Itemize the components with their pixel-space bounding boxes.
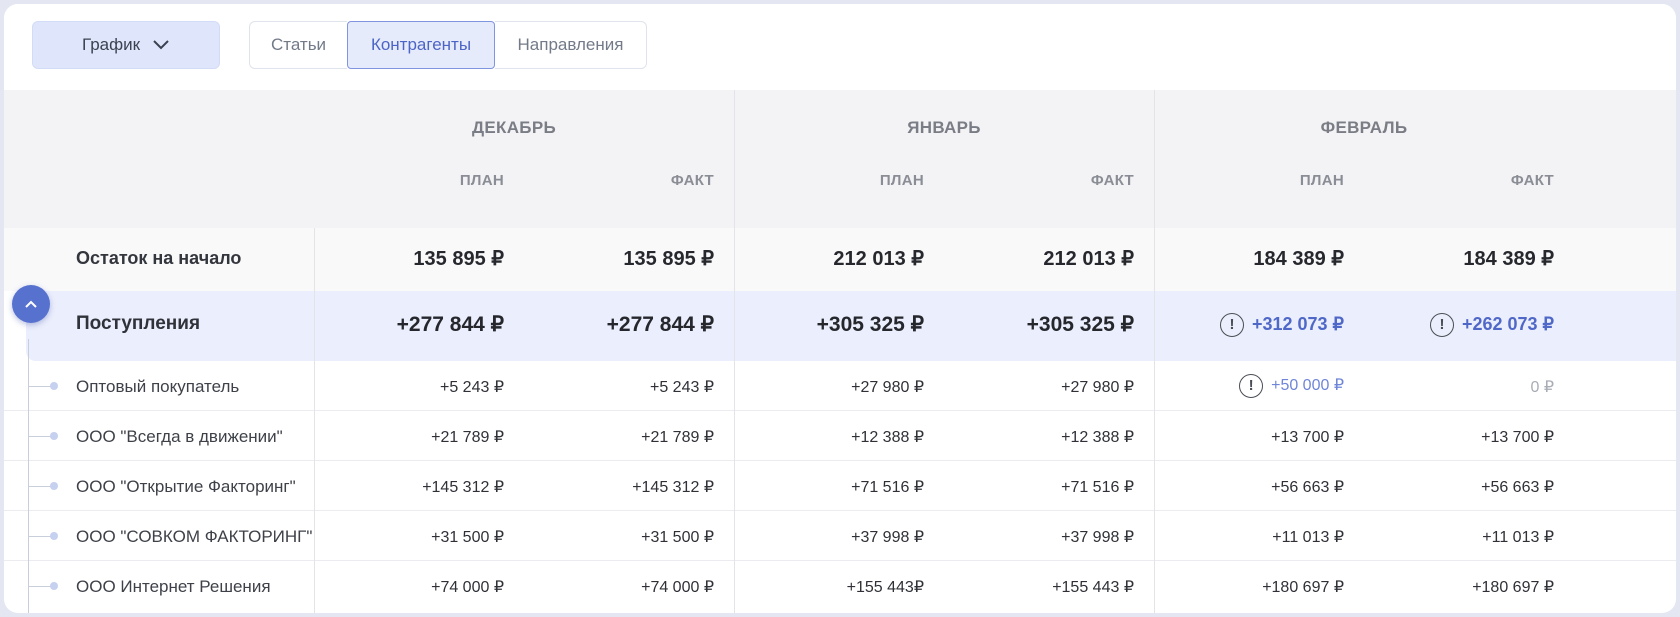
month-header-january: ЯНВАРЬ <box>907 118 981 137</box>
cell-value: +5 243 ₽ <box>649 379 714 396</box>
cell-value: +11 013 ₽ <box>1272 529 1344 546</box>
cell-value: +31 500 ₽ <box>431 529 504 546</box>
cell-value: +21 789 ₽ <box>431 429 504 446</box>
cell-value: +37 998 ₽ <box>851 529 924 546</box>
collapse-income-button[interactable] <box>12 285 50 323</box>
income-row[interactable]: Поступления +277 844 ₽ +277 844 ₽ +305 3… <box>26 291 1676 361</box>
cell-value: +11 013 ₽ <box>1482 529 1554 546</box>
cell-amount: +312 073 ₽ <box>1251 313 1344 334</box>
table-row[interactable]: ООО Интернет Решения +74 000 ₽ +74 000 ₽… <box>4 561 1676 611</box>
cell-value-warning[interactable]: ! +312 073 ₽ <box>1144 313 1344 337</box>
cell-value: +180 697 ₽ <box>1262 579 1344 596</box>
month-header-december: ДЕКАБРЬ <box>472 118 556 137</box>
col-header-fact: ФАКТ <box>1510 172 1554 189</box>
row-label: Остаток на начало <box>76 248 242 268</box>
col-header-fact: ФАКТ <box>1090 172 1134 189</box>
cell-value: +13 700 ₽ <box>1481 429 1554 446</box>
cell-value: 212 013 ₽ <box>833 248 924 270</box>
table-row[interactable]: ООО "СОВКОМ ФАКТОРИНГ" +31 500 ₽ +31 500… <box>4 511 1676 561</box>
exclamation-circle-icon: ! <box>1429 313 1454 337</box>
col-header-plan: ПЛАН <box>879 172 924 189</box>
cell-value: 184 389 ₽ <box>1253 248 1344 270</box>
cell-value-warning[interactable]: ! +50 000 ₽ <box>1144 374 1344 398</box>
col-header-fact: ФАКТ <box>670 172 714 189</box>
col-header-plan: ПЛАН <box>1299 172 1344 189</box>
tab-articles[interactable]: Статьи <box>249 21 347 69</box>
cell-value: +71 516 ₽ <box>851 479 924 496</box>
grouping-tabs: Статьи Контрагенты Направления <box>249 21 647 69</box>
chevron-up-icon <box>25 300 37 308</box>
tree-node <box>50 482 58 490</box>
cell-value: +277 844 ₽ <box>606 313 714 336</box>
cell-value: +13 700 ₽ <box>1271 429 1344 446</box>
chart-view-button[interactable]: График <box>32 21 220 69</box>
table-row[interactable]: ООО "Всегда в движении" +21 789 ₽ +21 78… <box>4 411 1676 461</box>
column-divider <box>1154 90 1155 613</box>
tab-counterparties[interactable]: Контрагенты <box>347 21 495 69</box>
tree-node <box>50 432 58 440</box>
row-label: ООО "Открытие Факторинг" <box>76 477 296 496</box>
tree-node <box>50 582 58 590</box>
cell-value: +5 243 ₽ <box>439 379 504 396</box>
cell-value: +180 697 ₽ <box>1472 579 1554 596</box>
cell-value: +305 325 ₽ <box>816 313 924 336</box>
tree-connector <box>28 339 29 613</box>
cell-value: +12 388 ₽ <box>1061 429 1134 446</box>
col-header-plan: ПЛАН <box>459 172 504 189</box>
cell-value: +155 443 ₽ <box>1052 579 1134 596</box>
cell-value: +305 325 ₽ <box>1026 313 1134 336</box>
chart-button-label: График <box>81 35 141 54</box>
cell-value: 184 389 ₽ <box>1463 248 1554 270</box>
cashflow-table: ДЕКАБРЬ ЯНВАРЬ ФЕВРАЛЬ ПЛАН ФАКТ ПЛАН ФА… <box>4 90 1676 613</box>
cell-value: +56 663 ₽ <box>1271 479 1344 496</box>
cell-value: +27 980 ₽ <box>1061 379 1134 396</box>
cell-value: +74 000 ₽ <box>431 579 504 596</box>
cell-value: +12 388 ₽ <box>851 429 924 446</box>
cell-value: +21 789 ₽ <box>641 429 714 446</box>
table-header: ДЕКАБРЬ ЯНВАРЬ ФЕВРАЛЬ ПЛАН ФАКТ ПЛАН ФА… <box>4 90 1676 228</box>
toolbar: График Статьи Контрагенты Направления <box>4 4 1676 90</box>
cell-value: +31 500 ₽ <box>641 529 714 546</box>
cell-value-warning[interactable]: ! +262 073 ₽ <box>1354 313 1554 337</box>
cell-value: +27 980 ₽ <box>851 379 924 396</box>
cell-value: 212 013 ₽ <box>1043 248 1134 270</box>
table-row[interactable]: ООО "Открытие Факторинг" +145 312 ₽ +145… <box>4 461 1676 511</box>
tree-node <box>50 382 58 390</box>
cell-value: +155 443₽ <box>846 579 924 596</box>
cell-value: +145 312 ₽ <box>422 479 504 496</box>
row-label: ООО "СОВКОМ ФАКТОРИНГ" <box>76 527 313 546</box>
cell-value: 135 895 ₽ <box>623 248 714 270</box>
cell-value: 0 ₽ <box>1530 379 1554 396</box>
cell-value: +277 844 ₽ <box>396 313 504 336</box>
cell-value: 135 895 ₽ <box>413 248 504 270</box>
row-label: Оптовый покупатель <box>76 377 240 396</box>
opening-balance-row: Остаток на начало 135 895 ₽ 135 895 ₽ 21… <box>4 228 1676 291</box>
cell-amount: +262 073 ₽ <box>1461 313 1554 334</box>
column-divider <box>734 90 735 613</box>
row-label: ООО Интернет Решения <box>76 577 271 596</box>
cell-value: +145 312 ₽ <box>632 479 714 496</box>
cell-value: +71 516 ₽ <box>1061 479 1134 496</box>
cell-amount: +50 000 ₽ <box>1271 377 1344 395</box>
month-header-february: ФЕВРАЛЬ <box>1320 118 1408 137</box>
cell-value: +37 998 ₽ <box>1061 529 1134 546</box>
exclamation-circle-icon: ! <box>1239 374 1264 398</box>
cell-value: +56 663 ₽ <box>1481 479 1554 496</box>
table-row[interactable]: Оптовый покупатель +5 243 ₽ +5 243 ₽ +27… <box>4 361 1676 411</box>
chevron-down-icon <box>153 40 169 50</box>
row-label: ООО "Всегда в движении" <box>76 427 283 446</box>
tree-node <box>50 532 58 540</box>
column-divider <box>314 228 315 613</box>
cell-value: +74 000 ₽ <box>641 579 714 596</box>
exclamation-circle-icon: ! <box>1219 313 1244 337</box>
row-label: Поступления <box>76 313 201 334</box>
app-frame: График Статьи Контрагенты Направления ДЕ… <box>4 4 1676 613</box>
tab-directions[interactable]: Направления <box>495 21 647 69</box>
